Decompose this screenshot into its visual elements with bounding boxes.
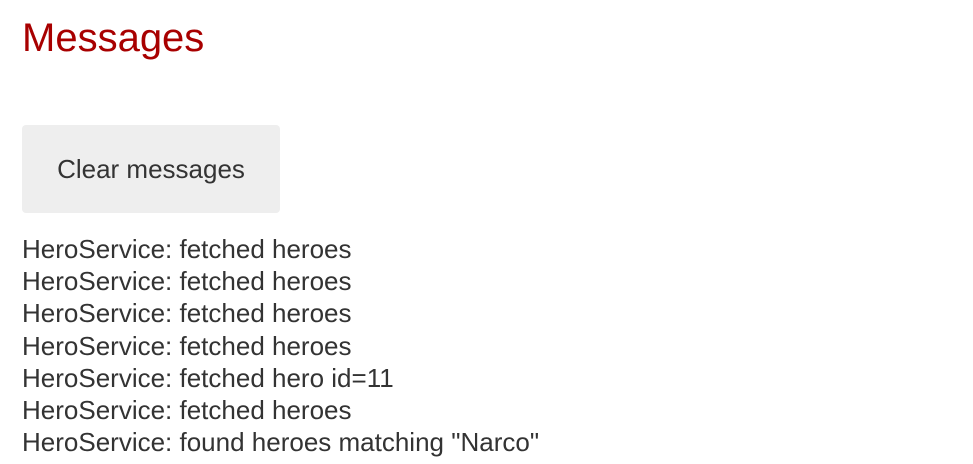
message-item: HeroService: fetched heroes bbox=[22, 298, 352, 329]
page-title: Messages bbox=[22, 16, 205, 60]
message-item: HeroService: fetched heroes bbox=[22, 234, 352, 264]
message-item: HeroService: fetched heroes bbox=[22, 330, 352, 361]
message-item: HeroService: found heroes matching "Narc… bbox=[22, 427, 540, 458]
clear-messages-button[interactable]: Clear messages bbox=[22, 125, 280, 213]
message-item: HeroService: fetched hero id=11 bbox=[22, 362, 394, 393]
message-item: HeroService: fetched heroes bbox=[22, 266, 352, 297]
message-item: HeroService: fetched heroes bbox=[22, 395, 352, 426]
message-list: HeroService: fetched heroes HeroService:… bbox=[22, 233, 539, 458]
